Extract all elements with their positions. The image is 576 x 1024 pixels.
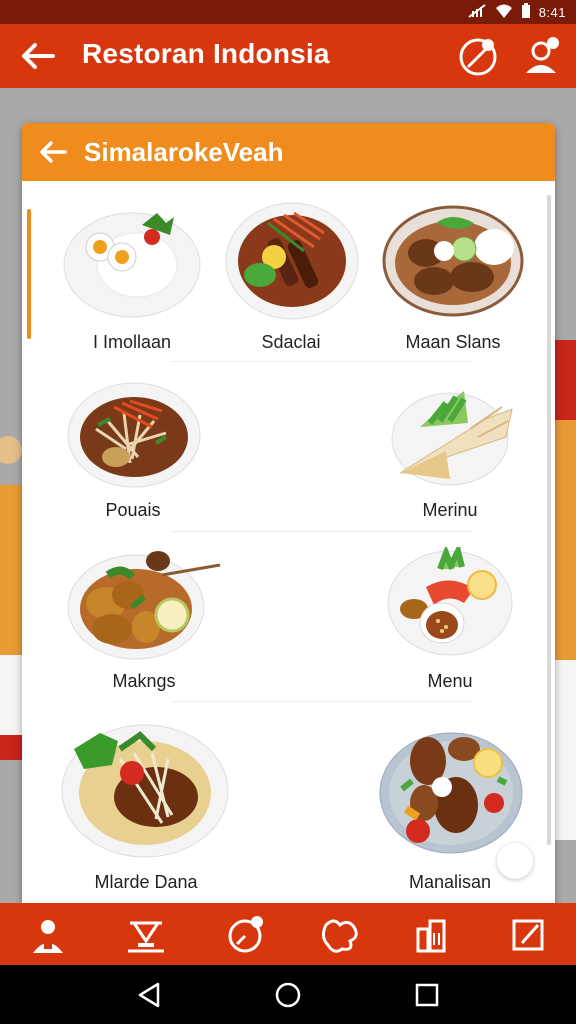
dish-label-3: Maan Slans (405, 332, 501, 352)
dish-card-8[interactable] (60, 719, 230, 859)
menu-dialog: SimalarokeVeah I Imollaan Sdaclai Maan S… (22, 123, 555, 910)
chat-icon[interactable] (457, 34, 501, 78)
system-back-icon[interactable] (133, 979, 165, 1011)
row-divider (172, 701, 472, 702)
dialog-title: SimalarokeVeah (84, 137, 284, 167)
system-home-icon[interactable] (272, 979, 304, 1011)
timer-icon[interactable] (224, 913, 268, 957)
scroll-indicator (27, 209, 31, 339)
dish-label-8: Mlarde Dana (94, 872, 198, 892)
system-recents-icon[interactable] (411, 979, 443, 1011)
background-stripe-right (555, 340, 576, 420)
row-divider (172, 361, 472, 362)
city-icon[interactable] (410, 913, 454, 957)
app-title: Restoran Indonsia (82, 38, 330, 69)
dish-label-1: I Imollaan (92, 332, 172, 352)
dish-card-6[interactable] (66, 545, 222, 661)
grilled-meat-plate-icon (225, 202, 359, 320)
dish-card-3[interactable] (382, 205, 524, 317)
food-tray-icon[interactable] (124, 913, 168, 957)
row-divider (172, 531, 472, 532)
wifi-icon (495, 3, 513, 22)
background-stripe-left (0, 735, 22, 760)
fried-rice-bowl-icon (61, 724, 229, 858)
dialog-back-arrow-icon[interactable] (36, 135, 70, 169)
wrap-plate-icon (391, 391, 513, 486)
background-panel-left-white (0, 655, 22, 735)
rice-egg-plate-icon (63, 212, 201, 318)
sambal-plate-icon (387, 547, 513, 656)
background-panel-left (0, 485, 22, 655)
dish-label-2: Sdaclai (261, 332, 321, 352)
dish-card-1[interactable] (62, 203, 202, 323)
signal-off-icon (467, 3, 487, 22)
dish-card-9[interactable] (378, 721, 524, 857)
noodle-salad-plate-icon (67, 382, 201, 488)
status-bar: 8:41 (0, 0, 576, 24)
dish-label-7: Menu (427, 671, 473, 691)
dish-label-6: Makngs (112, 671, 176, 691)
status-time: 8:41 (538, 5, 566, 20)
edit-icon[interactable] (506, 913, 550, 957)
scrollbar[interactable] (547, 195, 551, 845)
bottom-nav (0, 903, 576, 965)
curry-plate-icon (382, 205, 524, 317)
dish-card-7[interactable] (386, 547, 514, 659)
background-panel-right-white (555, 660, 576, 840)
dish-label-4: Pouais (105, 500, 161, 520)
satay-plate-icon (67, 551, 221, 660)
system-nav-bar (0, 965, 576, 1024)
dish-card-5[interactable] (390, 379, 516, 489)
map-icon[interactable] (318, 913, 362, 957)
dish-card-4[interactable] (66, 379, 202, 491)
dialog-header: SimalarokeVeah (22, 123, 555, 181)
dish-card-2[interactable] (224, 197, 360, 323)
battery-icon (521, 3, 531, 22)
user-notification-icon[interactable] (520, 34, 564, 78)
chicken-plate-icon (379, 732, 523, 854)
back-arrow-icon[interactable] (18, 36, 58, 76)
background-panel-right (555, 420, 576, 660)
app-bar: Restoran Indonsia (0, 24, 576, 88)
dish-label-5: Merinu (422, 500, 478, 520)
dish-label-9: Manalisan (408, 872, 492, 892)
profile-icon[interactable] (26, 913, 70, 957)
